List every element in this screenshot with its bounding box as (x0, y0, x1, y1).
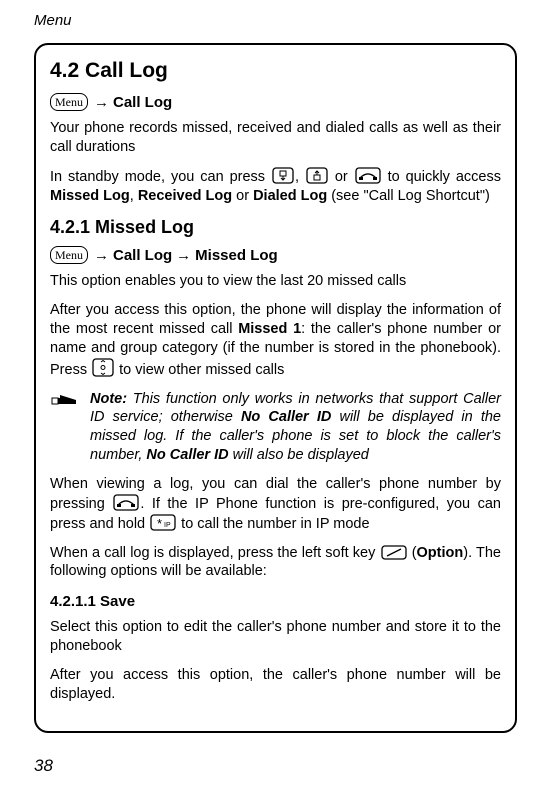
subsection-title: 4.2.1 Missed Log (50, 217, 501, 238)
nav-path-1: Menu → Call Log (50, 93, 501, 111)
up-arrow-key-icon (306, 167, 328, 185)
call-key-icon (355, 167, 381, 185)
paragraph: After you access this option, the phone … (50, 301, 501, 379)
note-block: Note: This function only works in networ… (50, 390, 501, 465)
svg-text:IP: IP (164, 522, 171, 529)
menu-icon: Menu (50, 93, 88, 111)
menu-icon: Menu (50, 246, 88, 264)
pointing-hand-icon (50, 390, 80, 465)
paragraph: This option enables you to view the last… (50, 272, 501, 291)
page-header: Menu (34, 12, 517, 29)
content-box: 4.2 Call Log Menu → Call Log Your phone … (34, 43, 517, 733)
arrow-icon: → (176, 247, 191, 264)
nav-path-2: Menu → Call Log → Missed Log (50, 246, 501, 264)
paragraph: In standby mode, you can press , or to q… (50, 167, 501, 206)
arrow-icon: → (94, 94, 109, 111)
svg-text:*: * (157, 516, 162, 531)
paragraph: When a call log is displayed, press the … (50, 544, 501, 582)
star-key-icon: *IP (150, 514, 176, 532)
nav-text: Missed Log (195, 247, 278, 264)
subsubsection-title: 4.2.1.1 Save (50, 593, 501, 610)
call-key-icon (113, 494, 139, 512)
page-number: 38 (34, 756, 53, 776)
paragraph: Your phone records missed, received and … (50, 119, 501, 157)
paragraph: When viewing a log, you can dial the cal… (50, 475, 501, 534)
paragraph: Select this option to edit the caller's … (50, 618, 501, 656)
nav-text: Call Log (113, 94, 172, 111)
paragraph: After you access this option, the caller… (50, 666, 501, 704)
nav-text: Call Log (113, 247, 172, 264)
section-title: 4.2 Call Log (50, 59, 501, 83)
note-text: Note: This function only works in networ… (90, 390, 501, 465)
left-softkey-icon (381, 545, 407, 561)
nav-key-icon (92, 358, 114, 378)
arrow-icon: → (94, 247, 109, 264)
down-arrow-key-icon (272, 167, 294, 185)
